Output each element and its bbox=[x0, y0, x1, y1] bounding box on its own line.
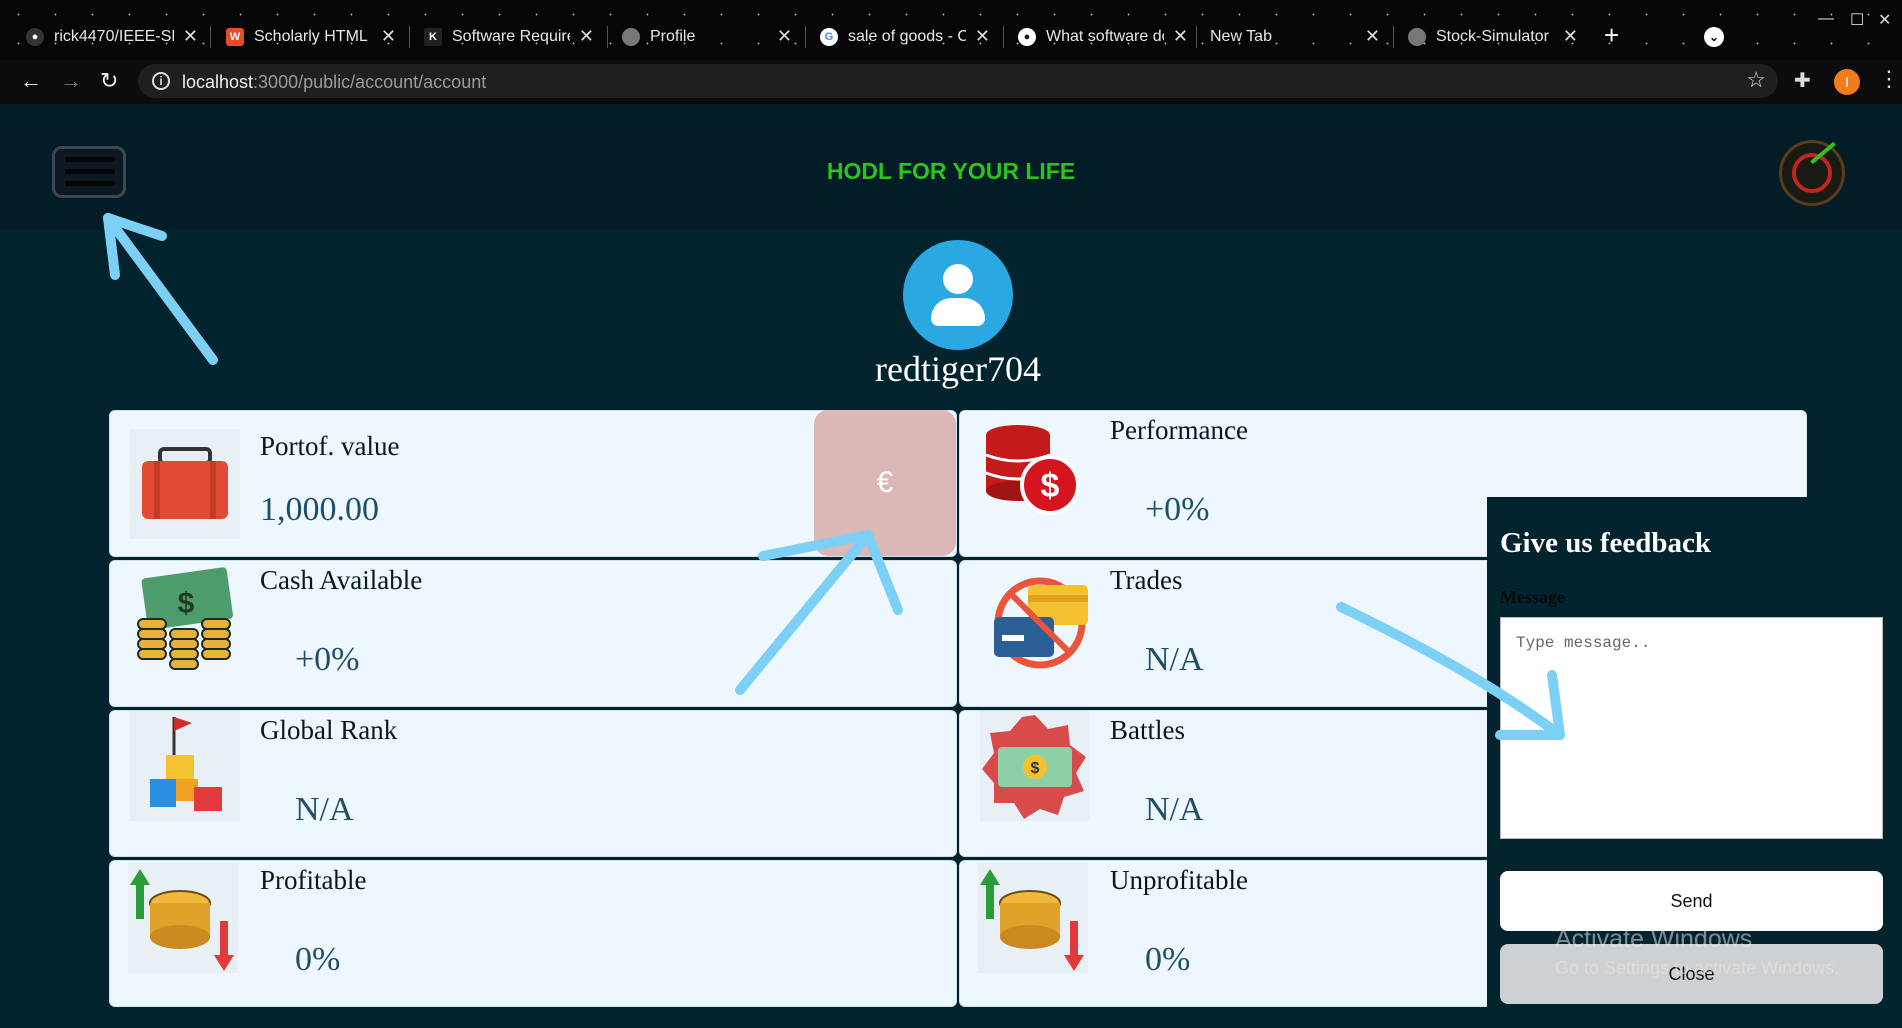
globe-icon bbox=[622, 28, 640, 46]
close-tab-icon[interactable]: ✕ bbox=[381, 26, 396, 47]
forward-icon[interactable]: → bbox=[60, 68, 82, 94]
close-tab-icon[interactable]: ✕ bbox=[975, 26, 990, 47]
tab-profile[interactable]: Profile ✕ bbox=[622, 22, 792, 52]
annotation-arrow bbox=[103, 213, 218, 365]
tab-new-tab[interactable]: New Tab ✕ bbox=[1210, 22, 1380, 52]
bookmark-star-icon[interactable]: ☆ bbox=[1746, 67, 1766, 93]
tab-stock-simulator[interactable]: Stock-Simulator ✕ bbox=[1408, 22, 1578, 52]
activate-windows-hint: Go to Settings to activate Windows. bbox=[1555, 958, 1840, 978]
tab-search-icon[interactable]: ⌄ bbox=[1704, 27, 1724, 47]
svg-text:$: $ bbox=[178, 587, 195, 620]
username: redtiger704 bbox=[875, 349, 1041, 389]
svg-text:$: $ bbox=[1041, 467, 1060, 505]
card-global-rank: Global Rank N/A bbox=[109, 710, 957, 857]
svg-text:$: $ bbox=[1031, 760, 1040, 777]
app-header: HODL FOR YOUR LIFE bbox=[0, 104, 1902, 230]
address-bar-row: ← → ↻ i localhost:3000/public/account/ac… bbox=[0, 60, 1902, 104]
close-tab-icon[interactable]: ✕ bbox=[1173, 26, 1188, 47]
feedback-title: Give us feedback bbox=[1500, 527, 1712, 559]
close-tab-icon[interactable]: ✕ bbox=[777, 26, 792, 47]
coins-up-down-icon bbox=[978, 863, 1088, 973]
message-label: Message bbox=[1500, 587, 1565, 607]
chat-icon: ● bbox=[1018, 28, 1036, 46]
rank-blocks-icon bbox=[130, 711, 240, 821]
google-icon: G bbox=[820, 28, 838, 46]
brand-title: HODL FOR YOUR LIFE bbox=[826, 158, 1076, 184]
coins-up-down-icon bbox=[128, 863, 238, 973]
app-logo[interactable] bbox=[1779, 140, 1845, 206]
back-icon[interactable]: ← bbox=[20, 68, 42, 94]
close-tab-icon[interactable]: ✕ bbox=[1365, 26, 1380, 47]
dollar-database-icon: $ bbox=[985, 425, 1080, 515]
credit-cards-icon bbox=[994, 577, 1088, 669]
user-avatar-icon bbox=[903, 240, 1013, 350]
address-bar[interactable]: i localhost:3000/public/account/account … bbox=[138, 64, 1778, 98]
site-info-icon[interactable]: i bbox=[152, 72, 170, 90]
close-tab-icon[interactable]: ✕ bbox=[183, 26, 198, 47]
card-profitable: Profitable 0% bbox=[109, 860, 957, 1007]
maximize-icon[interactable]: ☐ bbox=[1850, 10, 1864, 30]
reload-icon[interactable]: ↻ bbox=[100, 68, 118, 94]
github-icon: ● bbox=[26, 28, 44, 46]
tab-software-requirements[interactable]: K Software Requirem ✕ bbox=[424, 22, 594, 52]
badge-money-icon: $ bbox=[980, 711, 1090, 821]
profile-avatar[interactable]: I bbox=[1834, 69, 1860, 95]
k-icon: K bbox=[424, 28, 442, 46]
close-tab-icon[interactable]: ✕ bbox=[579, 26, 594, 47]
window-close-icon[interactable]: ✕ bbox=[1878, 10, 1891, 30]
tab-sale-of-goods[interactable]: G sale of goods - C ✕ bbox=[820, 22, 990, 52]
w3schools-icon: W bbox=[226, 28, 244, 46]
money-coins-icon: $ bbox=[137, 567, 233, 670]
globe-icon bbox=[1408, 28, 1426, 46]
activate-windows-watermark: Activate Windows bbox=[1555, 925, 1753, 953]
tab-scholarly-html[interactable]: W Scholarly HTML ✕ bbox=[226, 22, 396, 52]
tab-what-software[interactable]: ● What software do ✕ bbox=[1018, 22, 1188, 52]
url-text[interactable]: localhost:3000/public/account/account bbox=[182, 72, 486, 93]
send-button[interactable]: Send bbox=[1500, 871, 1883, 931]
card-cash-available: $ Cash Available +0% bbox=[109, 560, 957, 707]
briefcase-icon bbox=[130, 429, 240, 539]
minimize-icon[interactable]: — bbox=[1818, 10, 1834, 28]
close-tab-icon[interactable]: ✕ bbox=[1563, 26, 1578, 47]
new-tab-icon[interactable]: + bbox=[1604, 20, 1619, 51]
tab-github[interactable]: ● rick4470/IEEE-SRS ✕ bbox=[26, 22, 198, 52]
feedback-message-input[interactable] bbox=[1500, 617, 1883, 839]
currency-toggle-button[interactable]: € bbox=[814, 410, 956, 556]
extensions-icon[interactable]: ✚ bbox=[1794, 68, 1811, 93]
browser-menu-icon[interactable]: ⋮ bbox=[1878, 66, 1900, 92]
